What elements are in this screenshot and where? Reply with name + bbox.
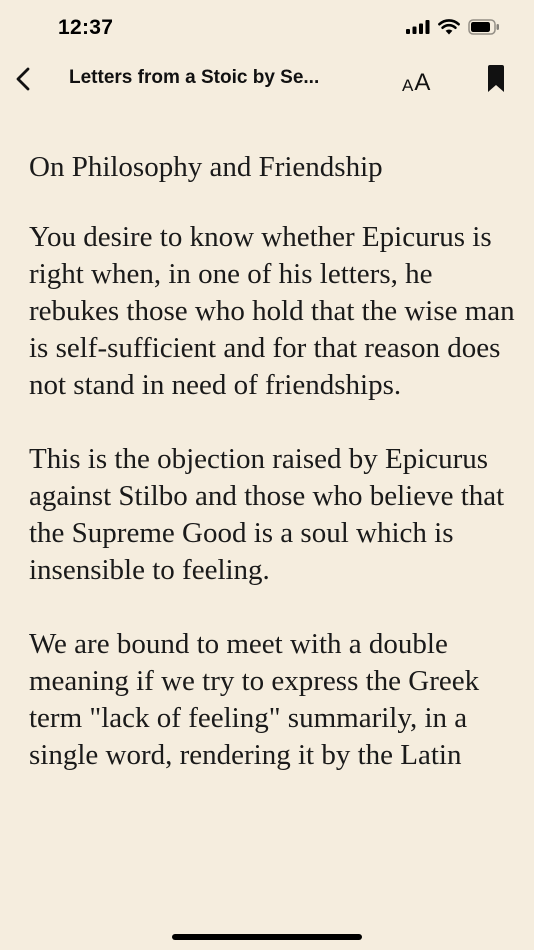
paragraph: This is the objection raised by Epicurus… — [29, 443, 505, 586]
chapter-heading: On Philosophy and Friendship — [29, 151, 383, 183]
chevron-left-icon — [16, 67, 30, 91]
bookmark-icon — [488, 65, 504, 92]
reading-content[interactable]: On Philosophy and Friendship You desire … — [29, 145, 519, 910]
status-time: 12:37 — [58, 16, 114, 39]
battery-icon — [468, 19, 499, 35]
font-size-big-glyph: A — [414, 69, 431, 96]
status-bar: 12:37 — [0, 0, 534, 56]
nav-bar: Letters from a Stoic by Se... AA — [0, 56, 534, 102]
font-size-small-glyph: A — [402, 76, 414, 95]
font-size-button[interactable]: AA — [402, 64, 431, 96]
book-title[interactable]: Letters from a Stoic by Se... — [69, 67, 374, 89]
paragraph: You desire to know whether Epicurus is r… — [29, 221, 515, 401]
back-button[interactable] — [8, 62, 38, 96]
status-icons — [406, 19, 500, 35]
cellular-signal-icon — [406, 20, 430, 34]
home-indicator[interactable] — [172, 934, 362, 940]
paragraph: We are bound to meet with a double meani… — [29, 628, 480, 771]
wifi-icon — [438, 19, 460, 35]
bookmark-button[interactable] — [484, 64, 508, 94]
